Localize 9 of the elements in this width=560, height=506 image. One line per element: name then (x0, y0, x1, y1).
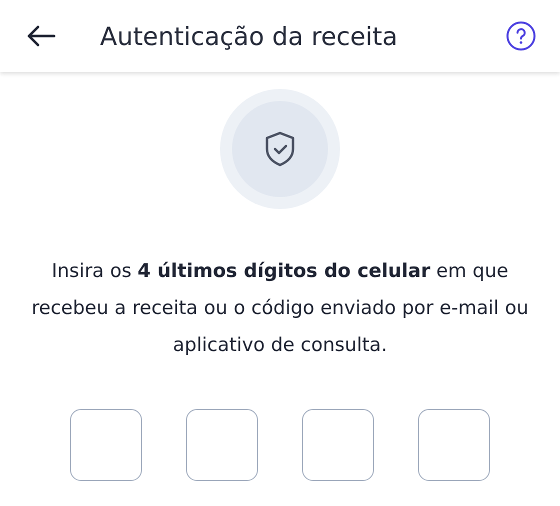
digit-input-field[interactable] (186, 409, 258, 481)
digit-input-field[interactable] (418, 409, 490, 481)
back-arrow-icon (26, 25, 56, 47)
page-title: Autenticação da receita (100, 22, 399, 50)
digit-input-field[interactable] (302, 409, 374, 481)
help-button[interactable] (504, 19, 538, 53)
digit-input-field[interactable] (70, 409, 142, 481)
instruction-text: Insira os 4 últimos dígitos do celular em que recebeu a receita ou o código enviado por e-mail ou aplicativo de consulta. (30, 259, 530, 358)
help-icon (506, 21, 536, 51)
